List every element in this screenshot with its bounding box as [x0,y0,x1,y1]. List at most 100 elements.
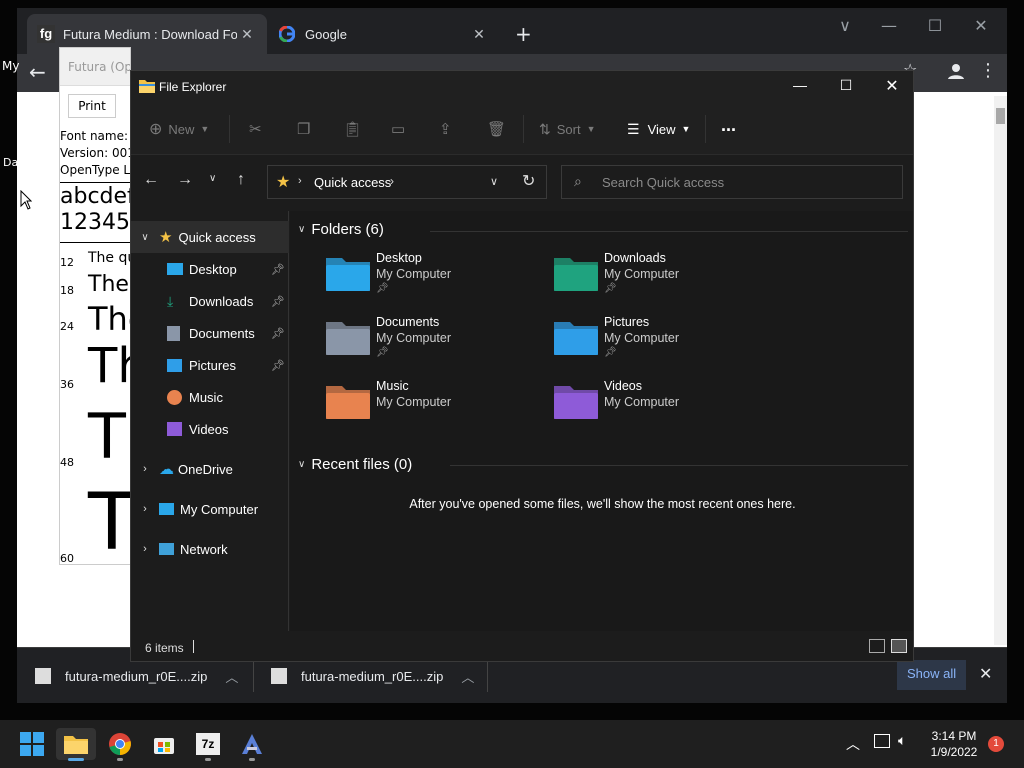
volume-icon[interactable]: 🔈︎ [898,733,906,749]
close-icon[interactable]: ✕ [877,76,907,96]
back-icon[interactable]: ← [143,171,159,189]
chevron-right-icon[interactable]: › [131,503,159,515]
nav-documents[interactable]: Documents 📌︎ [131,317,289,349]
details-view-icon[interactable] [869,639,885,653]
nav-label: Documents [189,325,255,341]
size-sample: Th [88,338,130,394]
nav-desktop[interactable]: Desktop 📌︎ [131,253,289,285]
chevron-down-icon[interactable]: ∨ [490,175,498,188]
sort-button[interactable]: ⇅ Sort ▼ [539,117,596,141]
more-options-icon[interactable]: ... [721,113,736,137]
view-button[interactable]: ☰ View ▼ [627,117,690,141]
delete-icon[interactable]: 🗑︎ [487,117,506,141]
nav-network[interactable]: › Network [131,533,289,565]
size-sample: Th [88,400,130,473]
nav-music[interactable]: Music [131,381,289,413]
recent-locations-icon[interactable]: ∨ [209,173,216,184]
recent-empty-message: After you've opened some files, we'll sh… [409,497,796,511]
show-all-button[interactable]: Show all [897,660,967,690]
profile-icon[interactable] [947,62,965,84]
folder-downloads-icon [554,258,598,291]
cut-icon[interactable]: ✂ [249,117,262,141]
folder-tile[interactable]: Documents My Computer 📌︎ [326,315,546,375]
folder-tile[interactable]: Videos My Computer [554,379,774,439]
share-icon[interactable]: ⇪ [439,117,452,141]
version-label: Version: 001 [60,146,131,160]
close-icon[interactable]: ✕ [979,664,992,683]
nav-videos[interactable]: Videos [131,413,289,445]
chevron-down-icon[interactable]: ∨ [131,232,159,243]
folder-name: Downloads [604,251,666,265]
minimize-icon[interactable]: — [785,77,815,93]
command-bar: ⊕ New ▼ ✂ ❐ 📋︎ ▭ ⇪ 🗑︎ ⇅ Sort ▼ ☰ View ▼ [131,103,913,155]
new-button[interactable]: ⊕ New ▼ [149,117,209,141]
maximize-icon[interactable]: ☐ [831,77,861,94]
chevron-up-icon[interactable]: ︿ [225,667,238,686]
nav-label: My Computer [180,501,259,517]
folder-icon [139,80,155,93]
tab-search-icon[interactable]: ∨ [825,16,865,35]
minimize-icon[interactable]: — [869,16,909,35]
file-explorer-taskbar-icon[interactable] [56,728,96,761]
chevron-up-icon[interactable]: ︿ [461,667,474,686]
size-sample: The [88,300,130,338]
folder-pictures-icon [554,322,598,355]
font-viewer-taskbar-icon[interactable] [232,728,272,761]
print-button[interactable]: Print [68,94,116,118]
windows-logo-icon [20,732,44,756]
clock[interactable]: 3:14 PM 1/9/2022 [926,728,982,760]
rename-icon[interactable]: ▭ [391,117,405,141]
nav-label: Downloads [189,293,254,309]
zip-file-icon [271,668,287,684]
pin-icon: 📌︎ [271,359,285,372]
scrollbar[interactable] [994,96,1007,645]
start-button[interactable] [12,728,52,760]
folders-section-header[interactable]: ∨ Folders (6) [298,221,384,238]
folder-tile[interactable]: Music My Computer [326,379,546,439]
chevron-right-icon: › [390,174,394,188]
network-icon [159,543,174,555]
chevron-right-icon[interactable]: › [131,463,159,475]
chrome-taskbar-icon[interactable] [100,728,140,761]
notification-badge[interactable]: 1 [988,736,1004,752]
close-icon[interactable]: ✕ [961,16,1001,35]
section-title: Folders (6) [311,221,384,238]
nav-label: Desktop [189,261,237,277]
tiles-view-icon[interactable] [891,639,907,653]
show-hidden-icons-icon[interactable]: ︿ [846,734,860,754]
tab-google[interactable]: Google ✕ [269,14,499,54]
folder-documents-icon [326,322,370,355]
recent-section-header[interactable]: ∨ Recent files (0) [298,456,412,473]
paste-icon[interactable]: 📋︎ [343,117,362,141]
menu-icon[interactable]: ⋮ [979,60,997,81]
folder-tile[interactable]: Downloads My Computer 📌︎ [554,251,774,311]
section-title: Recent files (0) [311,456,413,473]
nav-downloads[interactable]: ⤓ Downloads 📌︎ [131,285,289,317]
back-icon[interactable]: ← [29,60,46,84]
nav-label: Quick access [178,229,256,245]
folder-tile[interactable]: Desktop My Computer 📌︎ [326,251,546,311]
address-bar[interactable]: ★ › Quick access › ∨ ↻ [267,165,547,199]
pin-icon: 📌︎ [271,263,285,276]
video-icon [167,422,182,436]
nav-quick-access[interactable]: ∨ ★ Quick access [131,221,289,253]
copy-icon[interactable]: ❐ [297,117,310,141]
folder-tile[interactable]: Pictures My Computer 📌︎ [554,315,774,375]
search-box[interactable]: ⌕ Search Quick access [561,165,903,199]
new-tab-button[interactable]: + [515,22,532,46]
refresh-icon[interactable]: ↻ [522,171,535,191]
forward-icon[interactable]: → [177,171,193,189]
maximize-icon[interactable]: ☐ [915,16,955,35]
chevron-down-icon: ∨ [298,224,306,235]
up-icon[interactable]: ↑ [237,171,245,189]
store-taskbar-icon[interactable] [144,728,184,760]
close-icon[interactable]: ✕ [469,26,489,43]
chevron-right-icon[interactable]: › [131,543,159,555]
chevron-down-icon: ▼ [681,124,691,134]
nav-onedrive[interactable]: › ☁ OneDrive [131,453,289,485]
nav-pictures[interactable]: Pictures 📌︎ [131,349,289,381]
nav-my-computer[interactable]: › My Computer [131,493,289,525]
7zip-taskbar-icon[interactable]: 7z [188,728,228,761]
network-status-icon[interactable] [874,734,890,748]
close-icon[interactable]: ✕ [237,26,257,43]
